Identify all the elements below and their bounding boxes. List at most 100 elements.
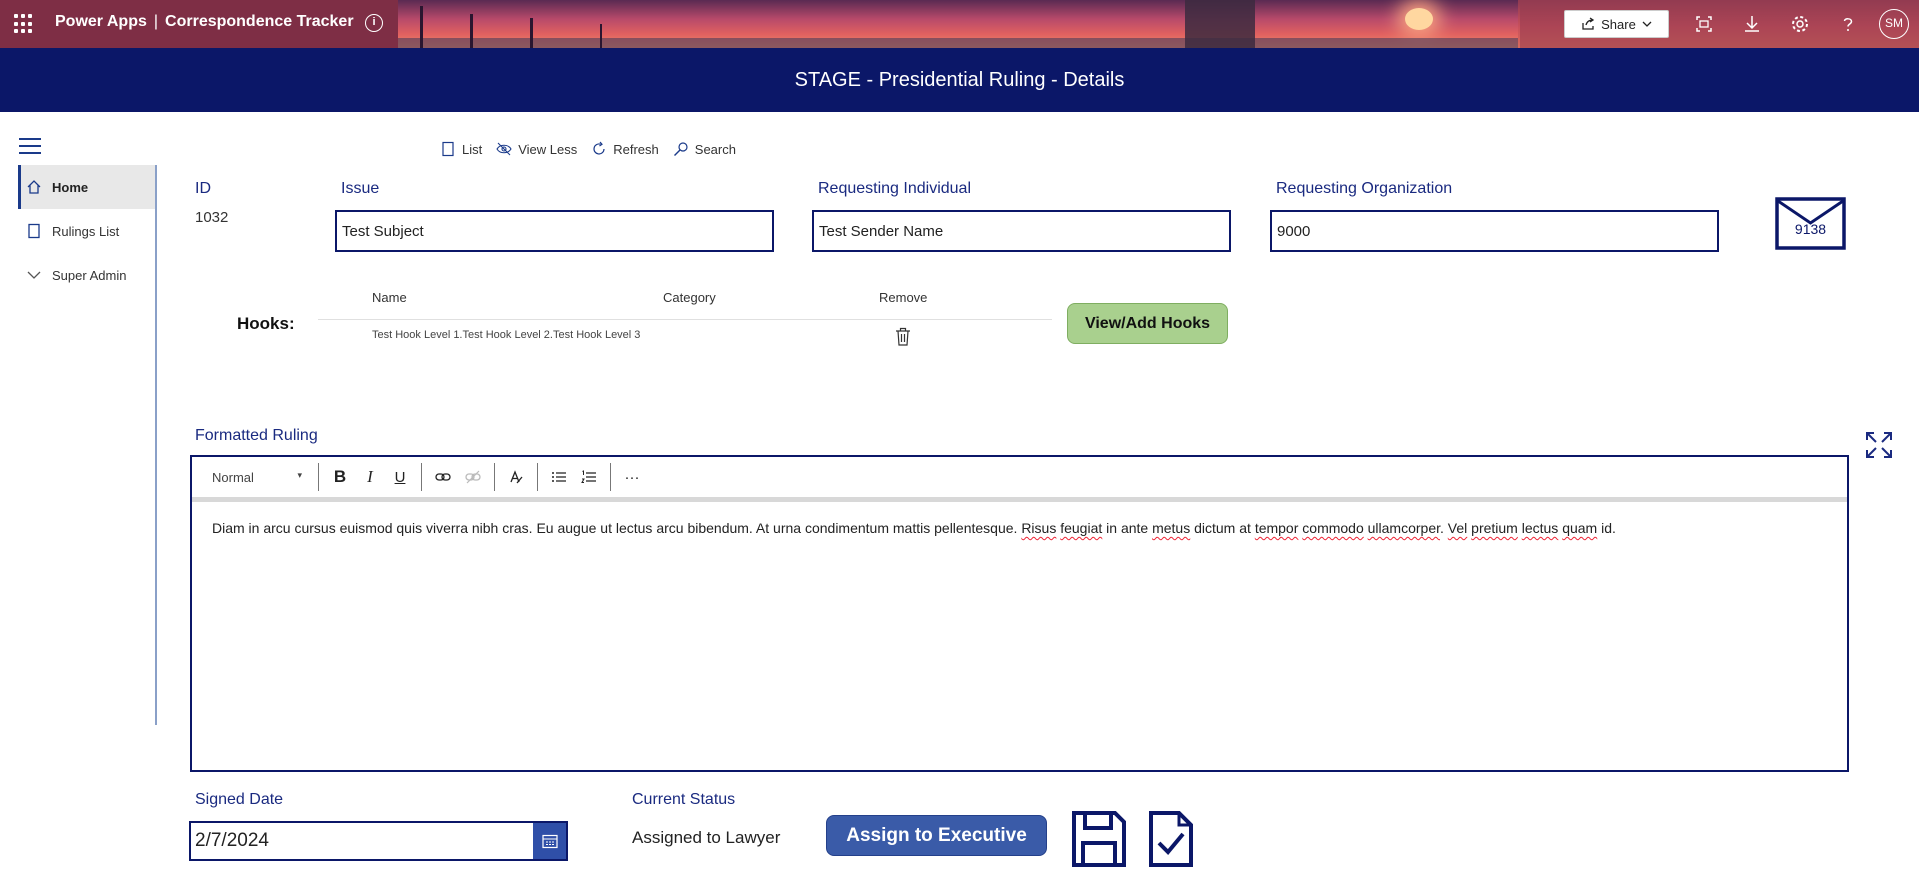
link-icon <box>435 473 451 481</box>
list-label: List <box>462 141 483 157</box>
bulleted-list-button[interactable] <box>544 462 574 492</box>
current-status-label: Current Status <box>632 791 736 808</box>
refresh-label: Refresh <box>613 141 659 157</box>
numbered-list-icon <box>581 470 596 483</box>
hamburger-menu-icon[interactable] <box>19 138 41 154</box>
bulleted-list-icon <box>552 472 566 482</box>
numbered-list-button[interactable] <box>574 462 604 492</box>
rich-text-editor[interactable]: Normal ▾ B I U ··· Diam in arcu cursus e… <box>190 455 1849 772</box>
download-icon[interactable] <box>1742 14 1762 34</box>
misspelled-word: ullamcorper <box>1367 520 1441 536</box>
ruling-text[interactable]: Diam in arcu cursus euismod quis viverra… <box>212 520 1832 536</box>
toolbar-separator <box>318 463 319 491</box>
expand-icon[interactable] <box>1865 431 1893 459</box>
issue-input[interactable]: Test Subject <box>335 210 774 252</box>
nav-item-super-admin[interactable]: Super Admin <box>18 253 155 297</box>
hooks-col-remove: Remove <box>879 290 928 305</box>
toolbar-separator <box>421 463 422 491</box>
app-name: Correspondence Tracker <box>165 13 354 30</box>
misspelled-word: Vel <box>1447 520 1468 536</box>
banner-lifeguard-tower <box>1185 0 1255 48</box>
ruling-text-span: Diam in arcu cursus euismod quis viverra… <box>212 520 1022 536</box>
banner-palm <box>600 24 602 48</box>
misspelled-word: lectus <box>1521 520 1559 536</box>
trash-icon[interactable] <box>895 327 911 346</box>
clear-formatting-icon <box>510 470 523 484</box>
misspelled-word: tempor <box>1254 520 1299 536</box>
assign-to-executive-button[interactable]: Assign to Executive <box>826 815 1047 856</box>
fit-to-screen-icon[interactable] <box>1694 14 1714 34</box>
refresh-icon <box>593 141 605 155</box>
banner-sea <box>398 38 1518 48</box>
eye-hide-icon <box>496 142 512 156</box>
paragraph-format-value: Normal <box>212 469 254 485</box>
misspelled-word: metus <box>1152 520 1191 536</box>
signed-date-value: 2/7/2024 <box>195 830 269 851</box>
hooks-label: Hooks: <box>237 314 295 333</box>
user-avatar[interactable]: SM <box>1879 9 1909 39</box>
search-label: Search <box>694 141 736 157</box>
help-icon[interactable] <box>1838 14 1858 34</box>
nav-item-rulings-list[interactable]: Rulings List <box>18 209 155 253</box>
view-add-hooks-button[interactable]: View/Add Hooks <box>1067 303 1228 344</box>
banner-palm <box>530 18 533 48</box>
link-button[interactable] <box>428 462 458 492</box>
command-bar: List View Less Refresh Search <box>440 141 736 157</box>
italic-button[interactable]: I <box>355 462 385 492</box>
app-title: Power Apps | Correspondence Tracker <box>55 13 354 31</box>
side-nav: Home Rulings List Super Admin <box>18 165 155 297</box>
misspelled-word: pretium <box>1471 520 1518 536</box>
banner-palm <box>420 6 423 48</box>
requesting-individual-label: Requesting Individual <box>818 180 971 197</box>
requesting-organization-input[interactable]: 9000 <box>1270 210 1719 252</box>
toolbar-separator <box>610 463 611 491</box>
misspelled-word: quam <box>1562 520 1598 536</box>
bold-button[interactable]: B <box>325 462 355 492</box>
mail-count: 9138 <box>1794 221 1827 237</box>
home-icon <box>27 180 41 194</box>
hooks-col-category: Category <box>663 290 716 305</box>
misspelled-word: commodo <box>1302 520 1364 536</box>
calendar-button[interactable] <box>533 823 566 859</box>
app-launcher-icon[interactable] <box>14 14 34 34</box>
signed-date-input[interactable]: 2/7/2024 <box>189 821 568 861</box>
share-label: Share <box>1601 16 1636 32</box>
view-less-label: View Less <box>518 141 578 157</box>
nav-divider <box>155 165 157 725</box>
more-options-button[interactable]: ··· <box>617 462 647 492</box>
submit-document-icon[interactable] <box>1148 810 1194 868</box>
hooks-col-name: Name <box>372 290 407 305</box>
banner-palm <box>470 14 473 48</box>
id-label: ID <box>195 180 211 197</box>
toolbar-separator <box>494 463 495 491</box>
unlink-button[interactable] <box>458 462 488 492</box>
view-less-button[interactable]: View Less <box>496 141 577 157</box>
info-icon[interactable]: i <box>365 14 383 32</box>
search-icon <box>673 142 688 156</box>
current-status-value: Assigned to Lawyer <box>632 828 781 847</box>
page-title: STAGE - Presidential Ruling - Details <box>0 48 1919 112</box>
app-header: Power Apps | Correspondence Tracker i Shar… <box>0 0 1919 48</box>
hooks-divider <box>318 319 1052 320</box>
mail-envelope-icon[interactable]: 9138 <box>1775 197 1846 250</box>
calendar-icon <box>541 834 558 848</box>
save-icon[interactable] <box>1071 810 1127 868</box>
brand-separator: | <box>153 13 159 30</box>
refresh-button[interactable]: Refresh <box>591 141 659 157</box>
caret-down-icon: ▾ <box>297 469 302 480</box>
search-button[interactable]: Search <box>673 141 736 157</box>
chevron-down-icon <box>1642 21 1652 27</box>
clear-formatting-button[interactable] <box>501 462 531 492</box>
list-button[interactable]: List <box>440 141 482 157</box>
underline-button[interactable]: U <box>385 462 415 492</box>
issue-label: Issue <box>341 180 380 197</box>
banner-sun <box>1405 8 1433 30</box>
paragraph-format-select[interactable]: Normal ▾ <box>212 470 312 485</box>
settings-gear-icon[interactable] <box>1790 14 1810 34</box>
share-button[interactable]: Share <box>1564 10 1669 38</box>
brand-name: Power Apps <box>55 13 147 30</box>
ruling-text-span: dictum at <box>1190 520 1255 536</box>
misspelled-word: feugiat <box>1060 520 1103 536</box>
requesting-individual-input[interactable]: Test Sender Name <box>812 210 1231 252</box>
nav-item-home[interactable]: Home <box>18 165 155 209</box>
